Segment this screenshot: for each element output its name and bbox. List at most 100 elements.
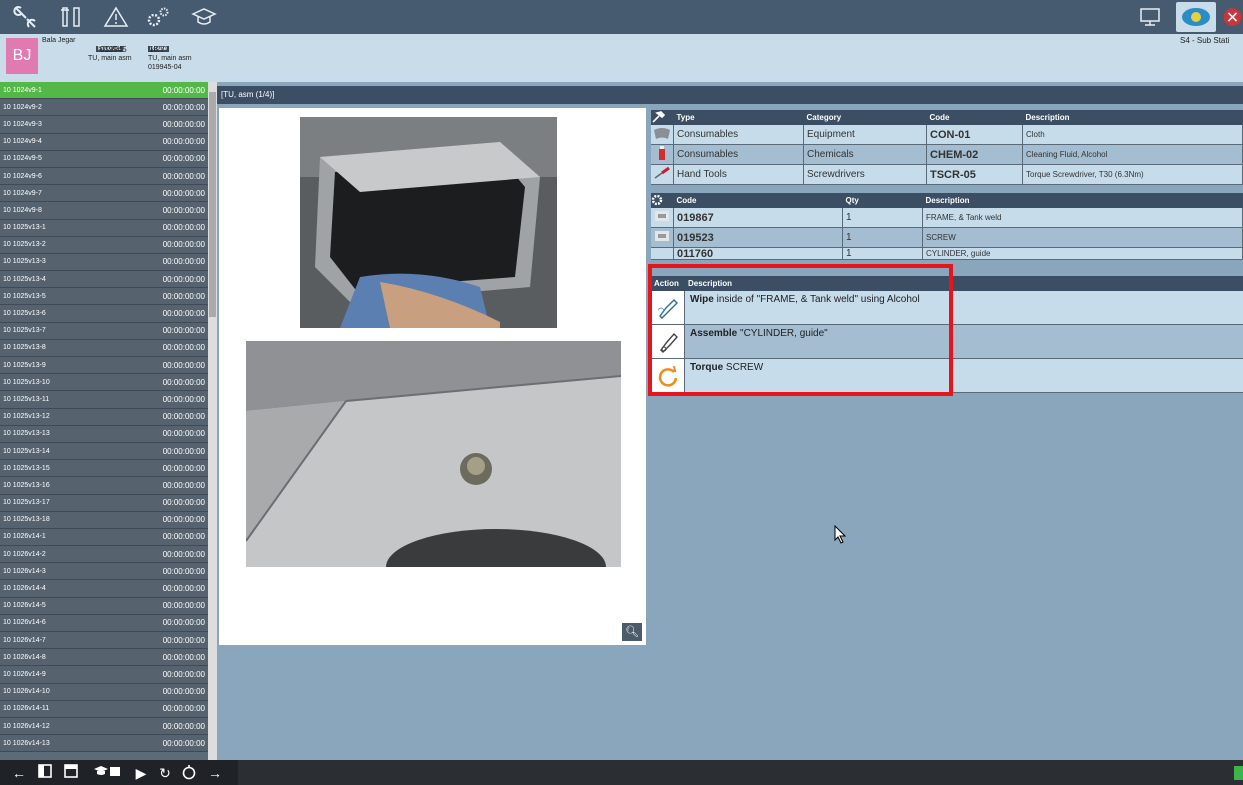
- step-list-item[interactable]: 10 1025v13-18 00:00:00:00: [0, 511, 208, 529]
- step-id: 10 1026v14-2: [3, 550, 46, 558]
- table-row[interactable]: Hand Tools Screwdrivers TSCR-05 Torque S…: [651, 164, 1243, 185]
- step-id: 10 1026v14-1: [3, 533, 46, 541]
- play-icon[interactable]: ▶: [132, 764, 150, 782]
- back-arrow-icon[interactable]: ←: [10, 764, 28, 782]
- step-list-item[interactable]: 10 1026v14-8 00:00:00:00: [0, 649, 208, 667]
- step-list-item[interactable]: 10 1026v14-6 00:00:00:00: [0, 614, 208, 632]
- step-list-item[interactable]: 10 1025v13-11 00:00:00:00: [0, 391, 208, 409]
- step-id: 10 1026v14-12: [3, 722, 50, 730]
- table-row[interactable]: 019523 1 SCREW: [651, 227, 1243, 248]
- step-list-item[interactable]: 10 1026v14-1 00:00:00:00: [0, 528, 208, 547]
- instruction-header: [TU, asm (1/4)]: [217, 86, 1243, 104]
- step-list: 10 1024v9-1 00:00:00:00 10 1024v9-2 00:00:0…: [0, 82, 208, 760]
- step-id: 10 1024v9-1: [3, 86, 42, 94]
- parts-table: Code Qty Description 019867 1 FRAME, & T…: [651, 193, 1243, 260]
- close-icon[interactable]: [1222, 2, 1243, 32]
- step-list-item[interactable]: 10 1024v9-6 00:00:00:00: [0, 167, 208, 186]
- step-list-item[interactable]: 10 1024v9-5 00:00:00:00: [0, 150, 208, 168]
- step-time: 00:00:00:00: [162, 412, 205, 422]
- avatar: BJ: [6, 38, 38, 74]
- step-list-item[interactable]: 10 1026v14-5 00:00:00:00: [0, 597, 208, 615]
- step-list-item[interactable]: 10 1026v14-9 00:00:00:00: [0, 666, 208, 684]
- assembly-photo-frame: [300, 117, 557, 328]
- step-list-item[interactable]: 10 1025v13-14 00:00:00:00: [0, 442, 208, 461]
- step-time: 00:00:00:00: [162, 498, 205, 508]
- step-list-item[interactable]: 10 1025v13-7 00:00:00:00: [0, 322, 208, 340]
- step-list-item[interactable]: 10 1026v14-3 00:00:00:00: [0, 563, 208, 581]
- part-thumbnail-icon: [651, 247, 674, 260]
- step-list-item[interactable]: 10 1025v13-12 00:00:00:00: [0, 408, 208, 426]
- step-id: 10 1025v13-5: [3, 292, 46, 300]
- step-list-item[interactable]: 10 1024v9-1 00:00:00:00: [0, 82, 208, 100]
- gears-icon[interactable]: [142, 2, 174, 32]
- table-row[interactable]: Consumables Chemicals CHEM-02 Cleaning F…: [651, 144, 1243, 165]
- step-id: 10 1026v14-7: [3, 636, 46, 644]
- step-list-item[interactable]: 10 1025v13-6 00:00:00:00: [0, 305, 208, 323]
- step-list-item[interactable]: 10 1025v13-5 00:00:00:00: [0, 288, 208, 306]
- step-list-item[interactable]: 10 1024v9-2 00:00:00:00: [0, 99, 208, 117]
- col-type: Type: [673, 110, 804, 125]
- step-list-item[interactable]: 10 1025v13-8 00:00:00:00: [0, 339, 208, 357]
- step-time: 00:00:00:00: [162, 171, 205, 181]
- camera-eye-icon[interactable]: [1176, 2, 1216, 32]
- training-icon[interactable]: [92, 764, 122, 782]
- step-list-item[interactable]: 10 1025v13-1 00:00:00:00: [0, 219, 208, 237]
- route-sub: 019945-04: [148, 64, 182, 71]
- cloth-icon: [651, 125, 674, 145]
- step-list-item[interactable]: 10 1026v14-13 00:00:00:00: [0, 735, 208, 753]
- hammer-icon: [651, 110, 674, 125]
- panel-top-icon[interactable]: [62, 764, 80, 782]
- step-id: 10 1025v13-8: [3, 344, 46, 352]
- step-list-item[interactable]: 10 1025v13-4 00:00:00:00: [0, 271, 208, 289]
- col-category: Category: [803, 110, 927, 125]
- table-row[interactable]: 011760 1 CYLINDER, guide: [651, 247, 1243, 260]
- table-row[interactable]: 019867 1 FRAME, & Tank weld: [651, 208, 1243, 228]
- timer-icon[interactable]: [180, 764, 198, 782]
- step-list-item[interactable]: 10 1026v14-11 00:00:00:00: [0, 700, 208, 718]
- tool-code: TSCR-05: [926, 164, 1023, 185]
- step-list-item[interactable]: 10 1025v13-15 00:00:00:00: [0, 460, 208, 478]
- step-time: 00:00:00:00: [162, 119, 205, 129]
- step-list-item[interactable]: 10 1026v14-4 00:00:00:00: [0, 580, 208, 598]
- step-list-item[interactable]: 10 1026v14-7 00:00:00:00: [0, 632, 208, 650]
- step-id: 10 1024v9-4: [3, 138, 42, 146]
- route-code: 18.7: [149, 45, 165, 54]
- step-list-item[interactable]: 10 1024v9-7 00:00:00:00: [0, 185, 208, 203]
- refresh-icon[interactable]: ↻: [156, 764, 174, 782]
- step-id: 10 1025v13-18: [3, 516, 50, 524]
- step-list-item[interactable]: 10 1024v9-3 00:00:00:00: [0, 116, 208, 134]
- step-list-item[interactable]: 10 1025v13-10 00:00:00:00: [0, 374, 208, 392]
- step-list-item[interactable]: 10 1025v13-13 00:00:00:00: [0, 425, 208, 443]
- table-row[interactable]: Consumables Equipment CON-01 Cloth: [651, 125, 1243, 145]
- step-id: 10 1024v9-6: [3, 172, 42, 180]
- wrench-screwdriver-icon[interactable]: [56, 2, 88, 32]
- route-desc: TU, main asm: [148, 55, 192, 62]
- step-id: 10 1026v14-13: [3, 739, 50, 747]
- step-id: 10 1025v13-13: [3, 430, 50, 438]
- step-list-item[interactable]: 10 1024v9-4 00:00:00:00: [0, 133, 208, 151]
- step-list-item[interactable]: 10 1024v9-8 00:00:00:00: [0, 202, 208, 220]
- forward-arrow-icon[interactable]: →: [206, 764, 224, 782]
- step-id: 10 1025v13-6: [3, 310, 46, 318]
- monitor-icon[interactable]: [1134, 2, 1166, 32]
- warning-icon[interactable]: [100, 2, 132, 32]
- col-part-code: Code: [673, 193, 843, 208]
- step-list-item[interactable]: 10 1026v14-10 00:00:00:00: [0, 683, 208, 701]
- zoom-icon[interactable]: 🔍︎: [622, 623, 642, 641]
- step-list-item[interactable]: 10 1026v14-2 00:00:00:00: [0, 546, 208, 564]
- tool-type: Consumables: [673, 125, 804, 145]
- tool-code: CHEM-02: [926, 144, 1023, 165]
- step-id: 10 1025v13-10: [3, 378, 50, 386]
- graduation-cap-icon[interactable]: [188, 2, 220, 32]
- panel-left-icon[interactable]: [36, 764, 54, 782]
- part-description: SCREW: [922, 227, 1243, 248]
- tools-icon[interactable]: [10, 2, 42, 32]
- step-list-item[interactable]: 10 1025v13-9 00:00:00:00: [0, 357, 208, 375]
- scrollbar-thumb[interactable]: [209, 92, 216, 317]
- step-list-item[interactable]: 10 1025v13-17 00:00:00:00: [0, 494, 208, 512]
- step-list-item[interactable]: 10 1025v13-2 00:00:00:00: [0, 236, 208, 254]
- step-list-item[interactable]: 10 1025v13-16 00:00:00:00: [0, 477, 208, 495]
- step-list-item[interactable]: 10 1025v13-3 00:00:00:00: [0, 253, 208, 272]
- step-list-item[interactable]: 10 1026v14-12 00:00:00:00: [0, 717, 208, 736]
- tool-description: Cloth: [1022, 125, 1243, 145]
